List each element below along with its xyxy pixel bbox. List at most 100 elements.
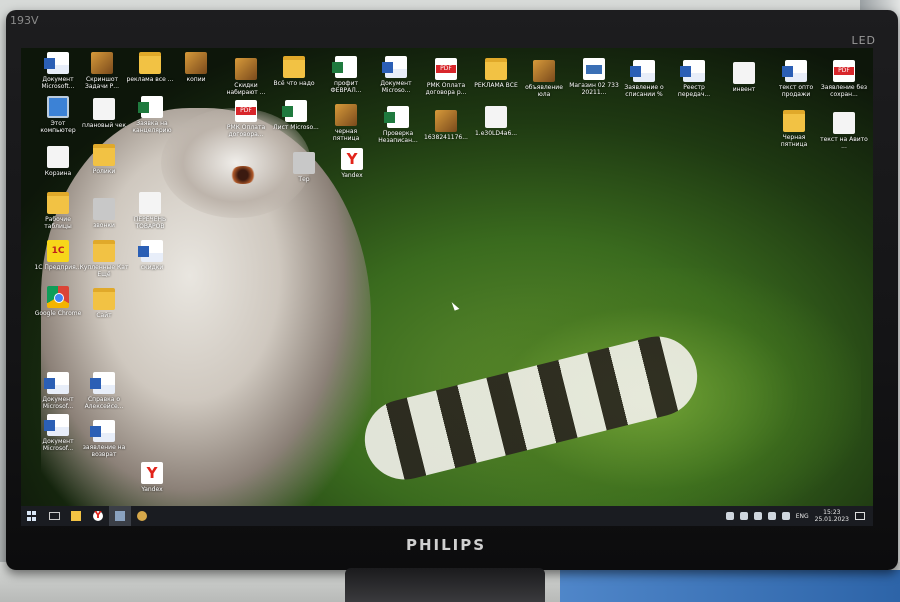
explorer-taskbar-button[interactable] [65,506,87,526]
task-view-button[interactable] [43,506,65,526]
desktop-icon[interactable]: Документ Microso... [371,56,421,94]
desktop-icon[interactable]: Документ Microsof... [33,372,83,410]
desktop-icon[interactable]: Google Chrome [33,286,83,324]
desktop-icon-label: Лист Microso... [273,124,319,131]
task-view-icon [48,512,60,520]
yandex-icon: Y [93,510,103,521]
desktop-icon-label: Документ Microsof... [42,438,74,452]
desktop-icon-label: ПЕРЕЧЕНЬ ТОВАРОВ [133,216,167,230]
excel-icon [332,56,357,78]
desktop-icon[interactable]: Документ Microsof... [33,414,83,452]
image-icon [435,110,457,132]
desktop-icon[interactable]: Документ Microsoft... [33,52,83,90]
desktop-icon[interactable]: Заявление без сохран... [819,60,869,98]
desktop-icon[interactable]: 1.e30LD4a6... [471,106,521,144]
desktop-icon[interactable]: копии [171,52,221,90]
desktop-icon-label: РЕКЛАМА ВСЕ [474,82,518,89]
desktop-icon[interactable]: РЕКЛАМА ВСЕ [471,58,521,96]
excel-icon [138,96,163,118]
desktop-screen: Документ Microsoft... Скриншот Задачи Р..… [21,48,873,526]
desktop-icon[interactable]: Лист Microso... [271,100,321,138]
shield-icon[interactable] [753,512,762,520]
chevron-up-icon[interactable] [725,512,734,520]
desktop-icon[interactable]: Всё что надо [269,56,319,94]
word-icon [90,372,115,394]
desktop-icon[interactable]: реклама все ... [125,52,175,90]
desktop-icon[interactable]: Ролики [79,144,129,182]
desktop-icon[interactable]: Черная пятница [769,110,819,148]
windows-logo-icon [27,511,37,521]
desktop-icon-label: Черная пятница [780,134,808,148]
desktop-icon-label: Документ Microsoft... [41,76,75,90]
desktop-icon[interactable]: заявление на возврат [79,420,129,458]
clock[interactable]: 15:23 25.01.2023 [815,509,849,523]
desktop-icon[interactable]: текст опто продажи [771,60,821,98]
desktop-icon-label: 1638241176... [424,134,468,141]
word-icon [44,52,69,74]
desktop-icon[interactable]: Y Yandex [127,462,177,500]
network-icon[interactable] [767,512,776,520]
desktop-icon[interactable]: ПЕРЕЧЕНЬ ТОВАРОВ [125,192,175,230]
desktop-icon-label: черная пятница [332,128,360,142]
monitor-stand [345,568,545,602]
desktop-icon-label: звонки [93,222,115,229]
desktop-icon[interactable]: РМК Оплата договора р... [421,58,471,96]
desktop-icon-label: Скидки набирают ... [226,82,266,96]
blank-icon [485,106,507,128]
desktop-icon[interactable]: инвент [719,62,769,100]
desktop-icon[interactable]: черная пятница [321,104,371,142]
folder-icon [47,192,69,214]
volume-icon[interactable] [781,512,790,520]
desktop-icon-label: объявление юла [525,84,563,98]
app-icon [93,198,115,220]
folder-icon [783,110,805,132]
notification-icon[interactable] [855,512,865,520]
language-indicator[interactable]: ENG [796,513,809,520]
folder-icon [283,56,305,78]
desktop-icon[interactable]: Y Yandex [327,148,377,186]
desktop-icon[interactable]: 1С 1С Предприя... [33,240,83,278]
desktop-icon[interactable]: 1638241176... [421,110,471,148]
desktop-icon-label: текст опто продажи [778,84,814,98]
desktop-icon[interactable]: текст на Авито ... [819,112,869,150]
taskbar: Y ENG 15:23 25.01.2023 [21,506,873,526]
desktop-icon-label: заявление на возврат [82,444,126,458]
desktop-icon-label: Купленные Кат Ещё [79,264,129,278]
pdf-icon [235,100,257,122]
desktop-icon[interactable]: Купленные Кат Ещё [79,240,129,278]
desktop-icon[interactable]: Реестр передач... [669,60,719,98]
clock-date: 25.01.2023 [814,516,849,523]
system-tray: ENG 15:23 25.01.2023 [725,509,873,523]
desktop-icon[interactable]: Магазин 02 733 20211... [569,58,619,96]
desktop-icon[interactable]: Проверка Незаписан... [373,106,423,144]
desktop-icon[interactable]: Корзина [33,146,83,184]
desktop-icon-label: профит ФЕВРАЛ... [330,80,362,94]
desktop-icon[interactable]: Сайт [79,288,129,326]
desktop-icon[interactable]: Скидки набирают ... [221,58,271,96]
blank-icon [139,192,161,214]
desktop-icon[interactable]: звонки [79,198,129,236]
desktop-icon[interactable]: скидки [127,240,177,278]
desktop-icon[interactable]: объявление юла [519,60,569,98]
desktop-icon[interactable]: Заявка на канцелярию [127,96,177,134]
word-icon [680,60,705,82]
desktop-icon[interactable]: Тер [279,152,329,190]
mail-taskbar-button[interactable] [131,506,153,526]
word-icon [90,420,115,442]
desktop-icon[interactable]: РМК Оплата договора... [221,100,271,138]
app-taskbar-button[interactable] [109,506,131,526]
desktop-icon[interactable]: профит ФЕВРАЛ... [321,56,371,94]
desktop-icon[interactable]: Справка о Алексейсе... [79,372,129,410]
video-icon [583,58,605,80]
image-icon [185,52,207,74]
desktop-icon[interactable]: Рабочие таблицы [33,192,83,230]
mail-icon [137,511,147,521]
yandex-taskbar-button[interactable]: Y [87,506,109,526]
microphone-icon[interactable] [739,512,748,520]
start-button[interactable] [21,506,43,526]
desktop-icon[interactable]: Этот компьютер [33,96,83,134]
desktop-icon[interactable]: Скриншот Задачи Р... [77,52,127,90]
desktop-icon[interactable]: Заявление о списании % [619,60,669,98]
desktop-icon[interactable]: плановый чек [79,98,129,136]
recycle-bin-icon [47,146,69,168]
